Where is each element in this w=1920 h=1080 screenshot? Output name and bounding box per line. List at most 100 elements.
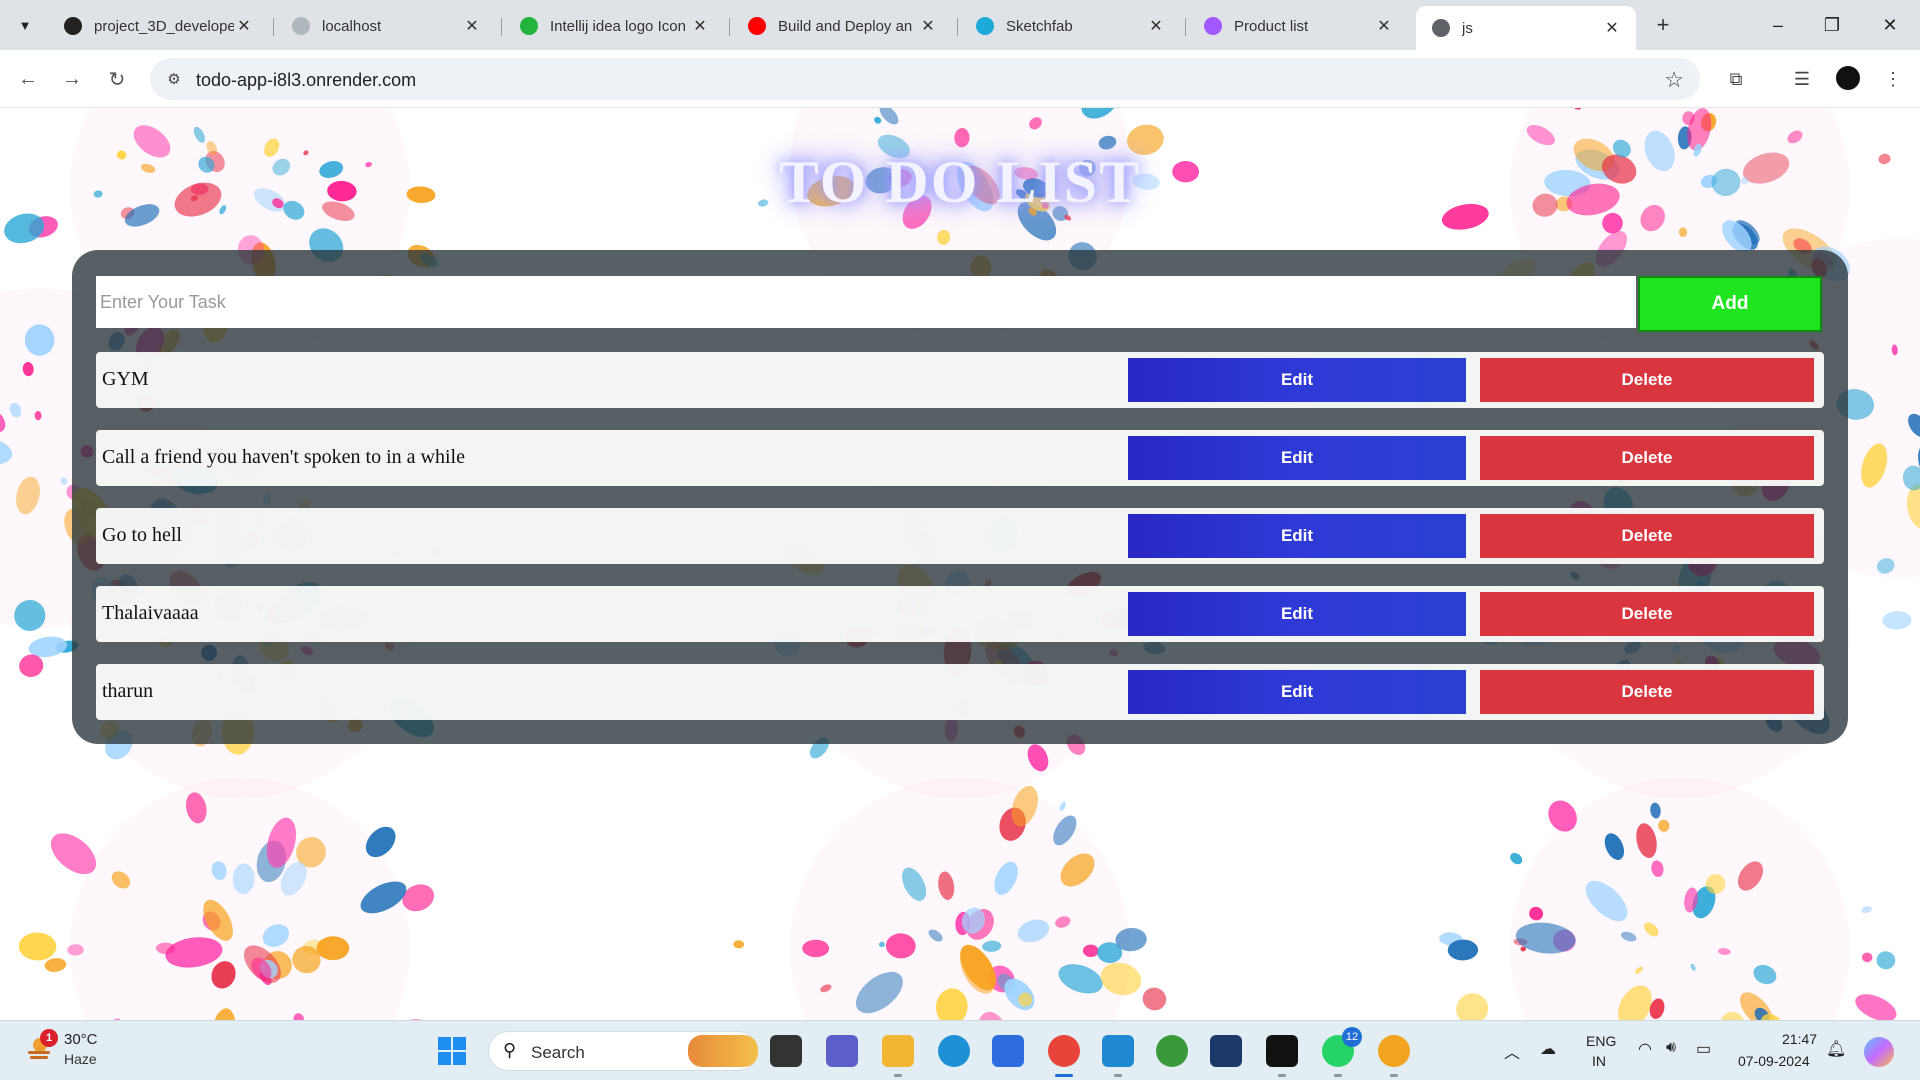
github-icon (64, 17, 82, 35)
battery-icon[interactable]: ▭ (1696, 1039, 1711, 1059)
add-task-button[interactable]: Add (1638, 276, 1822, 332)
todo-panel: Add GYM Edit Delete Call a friend you haven… (72, 250, 1848, 744)
store-icon[interactable] (992, 1035, 1024, 1067)
close-window-icon[interactable]: ✕ (1870, 8, 1910, 42)
running-indicator (1390, 1074, 1398, 1077)
back-icon[interactable]: ← (12, 63, 44, 95)
bookmark-star-icon[interactable]: ☆ (1664, 67, 1684, 93)
weather-condition[interactable]: Haze (64, 1051, 97, 1067)
delete-task-button[interactable]: Delete (1480, 592, 1814, 636)
browser-tab[interactable]: js ✕ (1416, 6, 1636, 50)
running-indicator (894, 1074, 902, 1077)
chrome-canary-icon[interactable] (1378, 1035, 1410, 1067)
tab-strip: ▼ project_3D_develope ✕ localhost ✕ Intellij… (0, 0, 1920, 50)
media-control-icon[interactable]: ☰ (1786, 63, 1818, 95)
tab-search-icon[interactable]: ▼ (10, 12, 40, 38)
page-title: TO DO LIST (778, 149, 1142, 215)
browser-tab[interactable]: Sketchfab ✕ (960, 6, 1180, 46)
browser-tab[interactable]: localhost ✕ (276, 6, 496, 46)
browser-tab[interactable]: Intellij idea logo Icon ✕ (504, 6, 724, 46)
tab-close-icon[interactable]: ✕ (690, 16, 710, 36)
task-input[interactable] (96, 276, 1636, 328)
delete-task-button[interactable]: Delete (1480, 670, 1814, 714)
windows-taskbar: 1 30°C Haze ⚲ Search 12 ︿ ☁ ENG IN ◠ 🔊︎ … (0, 1020, 1920, 1080)
tab-title: project_3D_develope (94, 17, 234, 35)
notification-bell-icon[interactable]: 🔔︎ (1826, 1039, 1846, 1059)
language-indicator[interactable]: ENG (1586, 1033, 1616, 1049)
weather-badge: 1 (40, 1029, 58, 1047)
browser-tab[interactable]: Build and Deploy an ✕ (732, 6, 952, 46)
tab-title: Sketchfab (1006, 17, 1073, 35)
extensions-icon[interactable]: ⧉ (1720, 63, 1752, 95)
paint-splash (18, 932, 57, 961)
teams-icon[interactable] (826, 1035, 858, 1067)
profile-avatar[interactable] (1836, 66, 1860, 90)
delete-task-button[interactable]: Delete (1480, 358, 1814, 402)
weather-temperature[interactable]: 30°C (64, 1031, 98, 1048)
tab-close-icon[interactable]: ✕ (1374, 16, 1394, 36)
edit-task-button[interactable]: Edit (1128, 670, 1466, 714)
task-item: Thalaivaaaa Edit Delete (96, 586, 1824, 642)
region-indicator[interactable]: IN (1592, 1053, 1606, 1069)
tab-close-icon[interactable]: ✕ (1146, 16, 1166, 36)
paint-splash (1861, 952, 1873, 963)
menu-kebab-icon[interactable]: ⋮ (1877, 63, 1909, 95)
tab-close-icon[interactable]: ✕ (234, 16, 254, 36)
tab-close-icon[interactable]: ✕ (462, 16, 482, 36)
clock-date[interactable]: 07-09-2024 (1738, 1053, 1810, 1069)
pycharm-icon[interactable] (1210, 1035, 1242, 1067)
windows-start-icon[interactable] (438, 1037, 466, 1065)
mongodb-compass-icon[interactable] (1156, 1035, 1188, 1067)
task-text: Call a friend you haven't spoken to in a… (102, 446, 465, 468)
running-indicator (1055, 1074, 1073, 1077)
edit-task-button[interactable]: Edit (1128, 436, 1466, 480)
show-hidden-icons-chevron[interactable]: ︿ (1504, 1039, 1520, 1063)
widgets-icon[interactable] (688, 1035, 758, 1067)
delete-task-button[interactable]: Delete (1480, 436, 1814, 480)
edit-task-button[interactable]: Edit (1128, 592, 1466, 636)
paint-splash (1510, 852, 1523, 865)
paint-splash (155, 942, 176, 954)
paint-splash (24, 324, 55, 356)
new-tab-button[interactable]: + (1648, 12, 1678, 38)
tab-title: Intellij idea logo Icon (550, 17, 686, 35)
tab-close-icon[interactable]: ✕ (1602, 18, 1622, 38)
tab-title: Build and Deploy an (778, 17, 913, 35)
edit-task-button[interactable]: Edit (1128, 514, 1466, 558)
url-text[interactable]: todo-app-i8l3.onrender.com (196, 70, 416, 91)
edit-task-button[interactable]: Edit (1128, 358, 1466, 402)
task-item: Go to hell Edit Delete (96, 508, 1824, 564)
globe-icon (1432, 19, 1450, 37)
tab-title: localhost (322, 17, 382, 35)
reload-icon[interactable]: ↻ (101, 63, 133, 95)
file-explorer-icon[interactable] (882, 1035, 914, 1067)
task-text: Go to hell (102, 524, 182, 546)
intellij-icon[interactable] (1266, 1035, 1298, 1067)
browser-tab[interactable]: Product list ✕ (1188, 6, 1408, 46)
browser-tab[interactable]: project_3D_develope ✕ (48, 6, 268, 46)
paint-splash (1861, 906, 1872, 914)
minimize-icon[interactable]: – (1758, 8, 1798, 42)
vscode-icon[interactable] (1102, 1035, 1134, 1067)
onedrive-cloud-icon[interactable]: ☁ (1540, 1039, 1556, 1059)
tab-separator (729, 18, 730, 36)
task-text: Thalaivaaaa (102, 602, 199, 624)
task-view-icon[interactable] (770, 1035, 802, 1067)
tab-close-icon[interactable]: ✕ (918, 16, 938, 36)
edge-icon[interactable] (938, 1035, 970, 1067)
forward-icon[interactable]: → (56, 63, 88, 95)
delete-task-button[interactable]: Delete (1480, 514, 1814, 558)
clock-time[interactable]: 21:47 (1782, 1031, 1817, 1047)
volume-icon[interactable]: 🔊︎ (1666, 1039, 1676, 1057)
wifi-icon[interactable]: ◠ (1638, 1039, 1652, 1059)
copilot-icon[interactable] (1864, 1037, 1894, 1067)
address-bar[interactable]: ⚙ todo-app-i8l3.onrender.com ☆ (150, 58, 1700, 100)
running-indicator (1278, 1074, 1286, 1077)
browser-toolbar: ← → ↻ ⚙ todo-app-i8l3.onrender.com ☆ ⧉ ☰… (0, 50, 1920, 108)
site-info-icon[interactable]: ⚙ (164, 69, 184, 89)
paint-splash (316, 936, 350, 961)
search-label: Search (531, 1043, 585, 1062)
restore-icon[interactable]: ❐ (1812, 8, 1852, 42)
task-item: tharun Edit Delete (96, 664, 1824, 720)
chrome-icon[interactable] (1048, 1035, 1080, 1067)
